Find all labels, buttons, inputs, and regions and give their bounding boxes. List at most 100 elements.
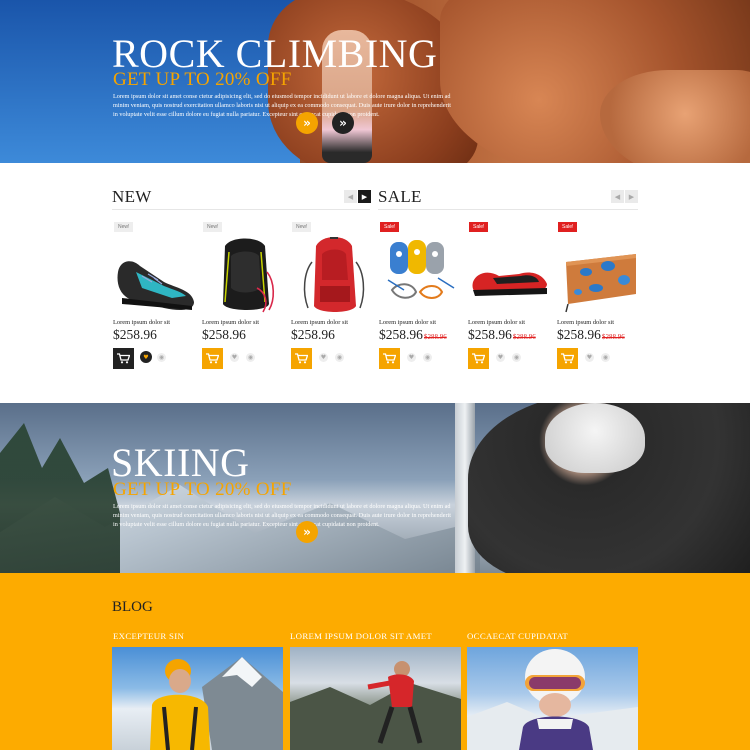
add-to-cart-button[interactable] bbox=[291, 348, 312, 369]
product-price: $258.96 bbox=[468, 327, 512, 342]
product-name[interactable]: Lorem ipsum dolor sit bbox=[468, 319, 525, 326]
compare-button[interactable]: ◉ bbox=[512, 353, 521, 362]
product-price: $258.96 bbox=[291, 327, 335, 342]
heart-icon: ♥ bbox=[231, 354, 238, 361]
blog-post-image[interactable] bbox=[112, 647, 283, 750]
compare-icon: ◉ bbox=[513, 354, 520, 361]
wishlist-button[interactable]: ♥ bbox=[230, 353, 239, 362]
new-badge: New! bbox=[114, 222, 134, 232]
old-price: $288.96 bbox=[602, 333, 625, 341]
heart-icon: ♥ bbox=[143, 353, 149, 361]
belay-devices-image[interactable] bbox=[378, 232, 466, 320]
compare-icon: ◉ bbox=[247, 354, 254, 361]
helmet bbox=[545, 403, 645, 473]
heart-icon: ♥ bbox=[408, 354, 415, 361]
hero-skiing: SKIING GET UP TO 20% OFF Lorem ipsum dol… bbox=[0, 403, 750, 573]
climbing-shoe-image[interactable] bbox=[112, 232, 200, 320]
hero-description: Lorem ipsum dolor sit amet conse ctetur … bbox=[113, 503, 451, 528]
double-chevron-right-icon: » bbox=[339, 116, 347, 130]
wishlist-button[interactable]: ♥ bbox=[496, 353, 505, 362]
product-card[interactable]: New! Lorem ipsum dolor sit $258.96 ♥ ◉ bbox=[201, 218, 289, 373]
add-to-cart-button[interactable] bbox=[379, 348, 400, 369]
cart-icon bbox=[117, 353, 130, 364]
compare-button[interactable]: ◉ bbox=[335, 353, 344, 362]
chevron-left-icon: ◀ bbox=[347, 192, 354, 201]
product-name[interactable]: Lorem ipsum dolor sit bbox=[113, 319, 170, 326]
hero-subtitle: GET UP TO 20% OFF bbox=[113, 69, 292, 90]
product-price: $258.96 bbox=[557, 327, 601, 342]
wishlist-button[interactable]: ♥ bbox=[585, 353, 594, 362]
product-name[interactable]: Lorem ipsum dolor sit bbox=[379, 319, 436, 326]
heart-icon: ♥ bbox=[586, 354, 593, 361]
compare-icon: ◉ bbox=[336, 354, 343, 361]
new-next-arrow[interactable]: ▶ bbox=[358, 190, 371, 203]
product-card[interactable]: Sale! Lorem ipsum dolor sit $258.96 $288… bbox=[467, 218, 555, 373]
cart-icon bbox=[295, 353, 308, 364]
cart-icon bbox=[472, 353, 485, 364]
blog-post-title[interactable]: LOREM IPSUM DOLOR SIT AMET bbox=[290, 631, 432, 641]
hero-description: Lorem ipsum dolor sit amet conse ctetur … bbox=[113, 93, 451, 118]
wishlist-button[interactable]: ♥ bbox=[319, 353, 328, 362]
sale-badge: Sale! bbox=[469, 222, 489, 232]
product-price: $258.96 bbox=[113, 327, 157, 342]
wishlist-button[interactable]: ♥ bbox=[407, 353, 416, 362]
compare-button[interactable]: ◉ bbox=[246, 353, 255, 362]
compare-button[interactable]: ◉ bbox=[601, 353, 610, 362]
hero-next-button[interactable]: » bbox=[296, 112, 318, 134]
sale-prev-arrow[interactable]: ◀ bbox=[611, 190, 624, 203]
black-backpack-image[interactable] bbox=[201, 232, 289, 320]
hero-next-button[interactable]: » bbox=[296, 521, 318, 543]
sale-badge: Sale! bbox=[558, 222, 578, 232]
skier-woman-photo bbox=[467, 649, 638, 750]
cart-icon bbox=[206, 353, 219, 364]
compare-button[interactable]: ◉ bbox=[423, 353, 432, 362]
sale-section-title: SALE bbox=[378, 187, 422, 206]
add-to-cart-button[interactable] bbox=[468, 348, 489, 369]
heart-icon: ♥ bbox=[320, 354, 327, 361]
old-price: $288.96 bbox=[513, 333, 536, 341]
chevron-left-icon: ◀ bbox=[614, 192, 621, 201]
old-price: $288.96 bbox=[424, 333, 447, 341]
new-section-title: NEW bbox=[112, 187, 152, 206]
blog-post-title[interactable]: OCCAECAT CUPIDATAT bbox=[467, 631, 568, 641]
product-card[interactable]: Sale! Lorem ipsum dolor sit $258.96 $288… bbox=[556, 218, 644, 373]
add-to-cart-button[interactable] bbox=[113, 348, 134, 369]
cart-icon bbox=[561, 353, 574, 364]
double-chevron-right-icon: » bbox=[303, 116, 311, 130]
new-badge: New! bbox=[292, 222, 312, 232]
add-to-cart-button[interactable] bbox=[202, 348, 223, 369]
blog-post-image[interactable] bbox=[290, 647, 461, 750]
blog-post-title[interactable]: EXCEPTEUR SIN bbox=[113, 631, 184, 641]
divider bbox=[378, 209, 638, 210]
blog-post-image[interactable] bbox=[467, 647, 638, 750]
chevron-right-icon: ▶ bbox=[628, 192, 635, 201]
rock-face bbox=[600, 70, 750, 163]
hiker-photo bbox=[290, 661, 461, 750]
product-name[interactable]: Lorem ipsum dolor sit bbox=[557, 319, 614, 326]
blog-title: BLOG bbox=[112, 599, 153, 615]
product-card[interactable]: Sale! Lorem ipsum dolor sit $258.96 $288… bbox=[378, 218, 466, 373]
hero-rock-climbing: ROCK CLIMBING GET UP TO 20% OFF Lorem ip… bbox=[0, 0, 750, 163]
red-backpack-image[interactable] bbox=[290, 232, 378, 320]
double-chevron-right-icon: » bbox=[303, 525, 311, 539]
trees-background bbox=[0, 423, 120, 573]
heart-icon: ♥ bbox=[497, 354, 504, 361]
compare-icon: ◉ bbox=[424, 354, 431, 361]
add-to-cart-button[interactable] bbox=[557, 348, 578, 369]
cart-icon bbox=[383, 353, 396, 364]
hero-subtitle: GET UP TO 20% OFF bbox=[113, 479, 292, 500]
climbing-holds-board-image[interactable] bbox=[556, 232, 644, 320]
divider bbox=[112, 209, 370, 210]
compare-icon: ◉ bbox=[602, 354, 609, 361]
product-card[interactable]: New! Lorem ipsum dolor sit $258.96 ♥ ◉ bbox=[112, 218, 200, 373]
sale-next-arrow[interactable]: ▶ bbox=[625, 190, 638, 203]
new-prev-arrow[interactable]: ◀ bbox=[344, 190, 357, 203]
hero-more-button[interactable]: » bbox=[332, 112, 354, 134]
wishlist-button[interactable]: ♥ bbox=[140, 351, 152, 363]
new-badge: New! bbox=[203, 222, 223, 232]
product-name[interactable]: Lorem ipsum dolor sit bbox=[202, 319, 259, 326]
product-name[interactable]: Lorem ipsum dolor sit bbox=[291, 319, 348, 326]
red-climbing-shoe-image[interactable] bbox=[467, 232, 555, 320]
compare-button[interactable]: ◉ bbox=[157, 353, 166, 362]
product-card[interactable]: New! Lorem ipsum dolor sit $258.96 ♥ ◉ bbox=[290, 218, 378, 373]
